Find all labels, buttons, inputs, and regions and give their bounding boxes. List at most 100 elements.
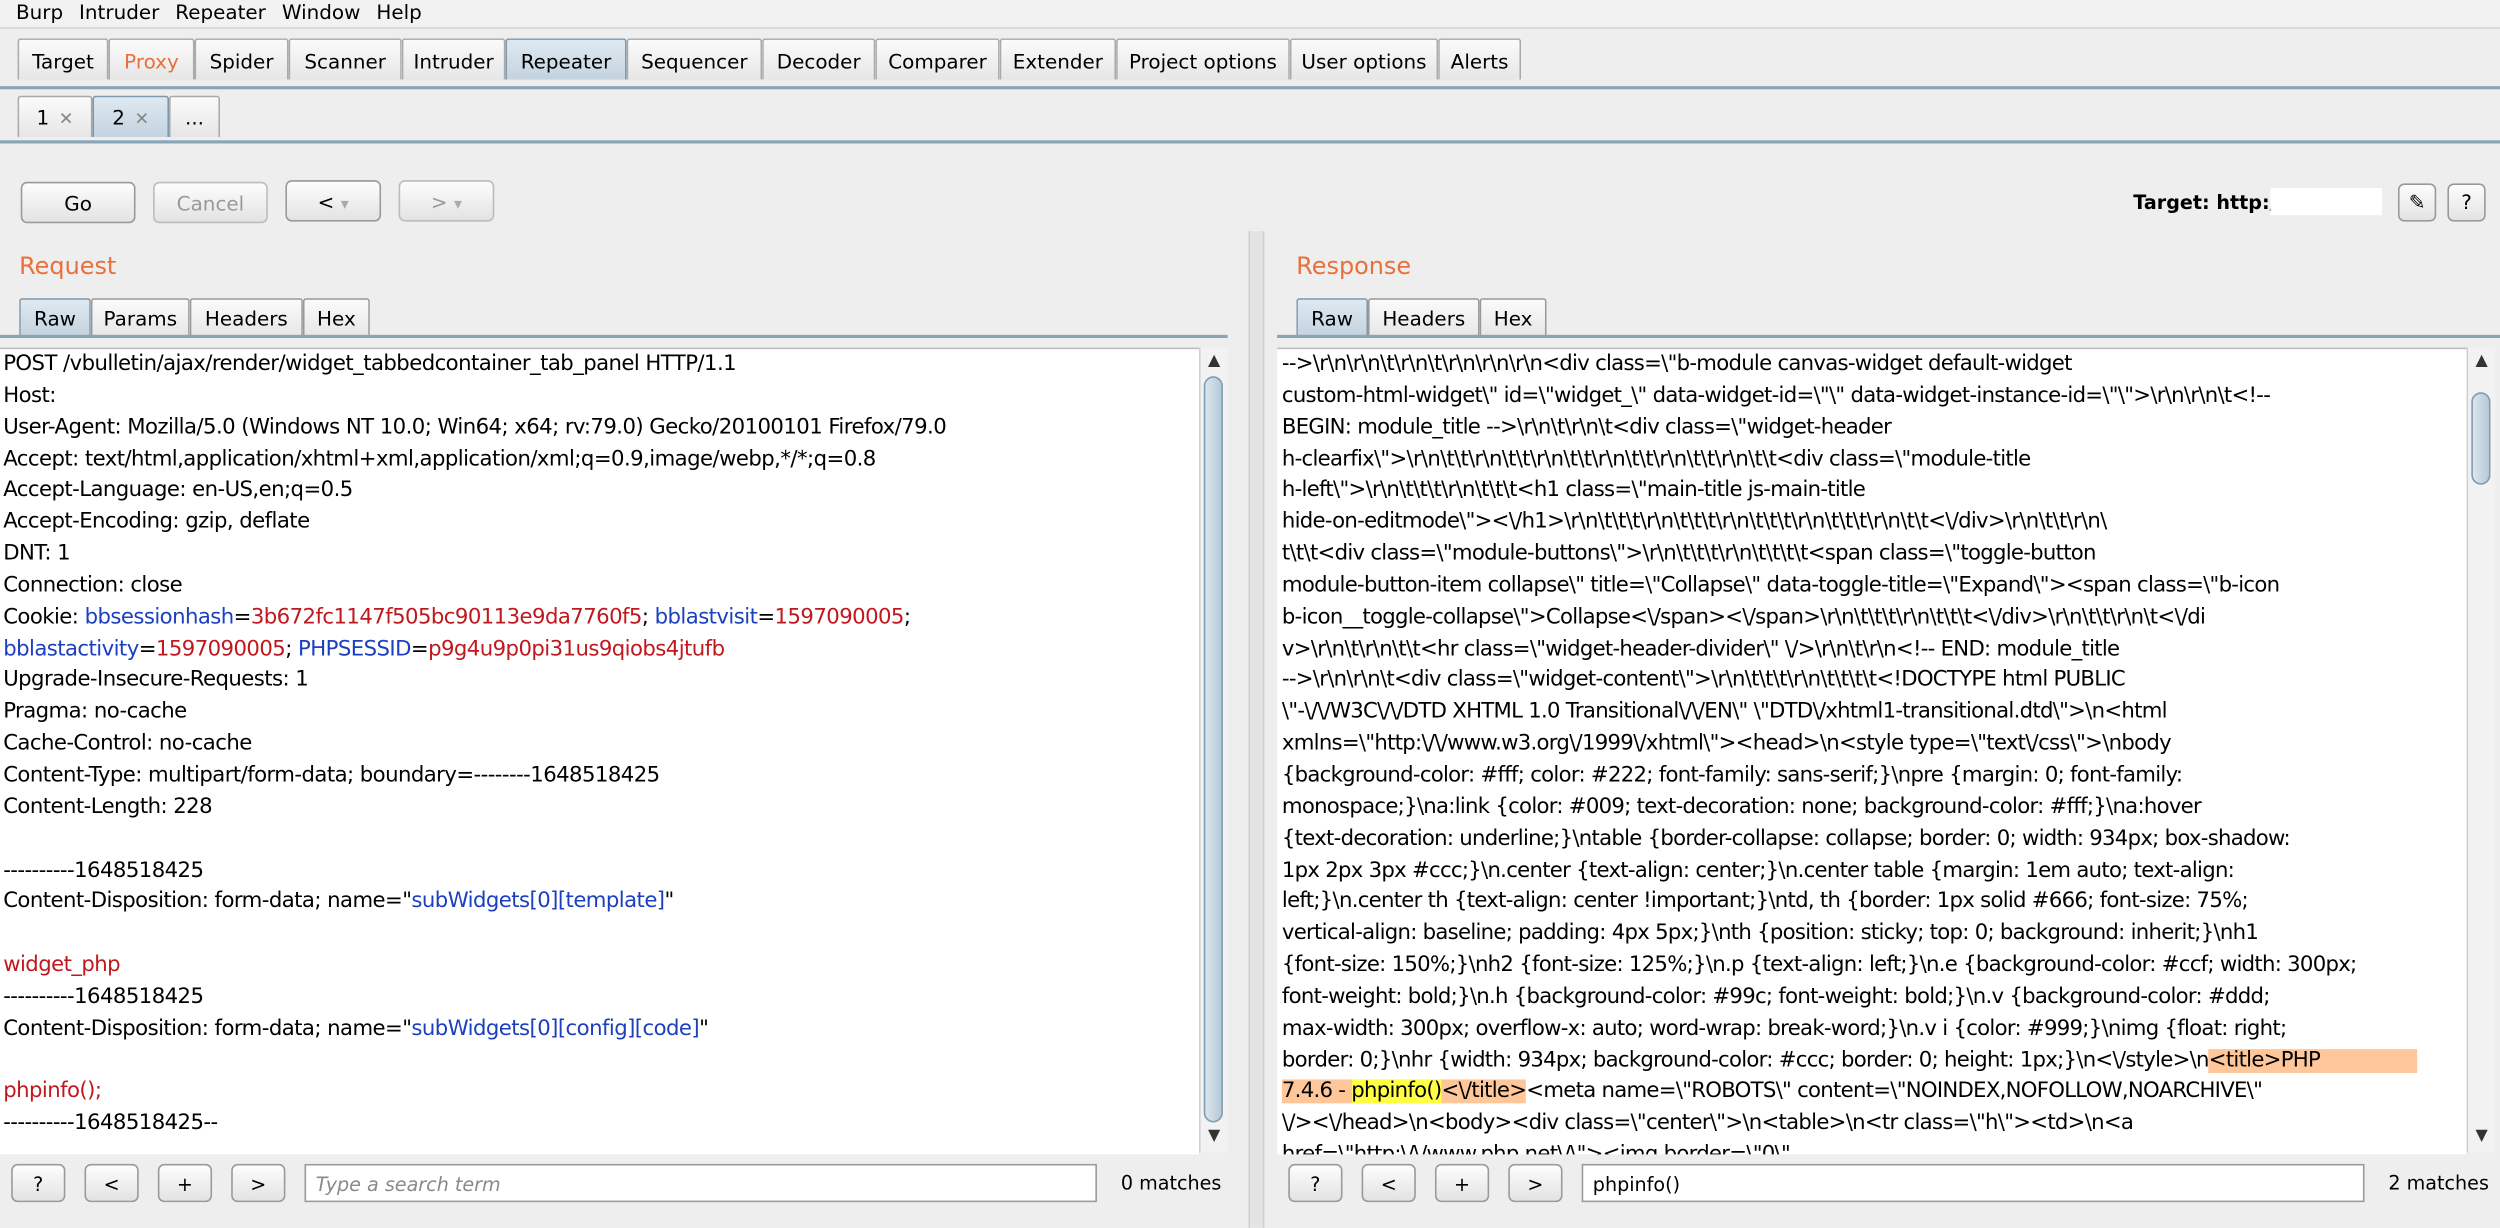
request-line-segment: = [757, 605, 775, 630]
tab-scanner[interactable]: Scanner [288, 38, 402, 80]
back-button[interactable]: < ▾ [285, 180, 382, 222]
request-line-segment: p9g4u9p0pi31us9qiobs4jtufb [428, 637, 725, 662]
request-tab-raw[interactable]: Raw [19, 298, 91, 337]
repeater-tab-2[interactable]: 2 ✕ [92, 95, 170, 138]
response-search-next-button[interactable]: > [1508, 1163, 1563, 1203]
tab-extender[interactable]: Extender [999, 38, 1117, 80]
request-tab-hex[interactable]: Hex [302, 298, 370, 337]
request-search-next-button[interactable]: > [231, 1163, 286, 1203]
scroll-thumb[interactable] [2471, 392, 2491, 485]
request-line: ----------1648518425 [3, 855, 1199, 887]
request-line: Connection: close [3, 571, 1199, 603]
request-line: Pragma: no-cache [3, 697, 1199, 729]
request-line-segment: Pragma: no-cache [3, 700, 187, 725]
tab-sequencer[interactable]: Sequencer [626, 38, 763, 80]
tab-spider[interactable]: Spider [194, 38, 289, 80]
response-line: 7.4.6 - phpinfo()<\/title><meta name=\"R… [1281, 1077, 2467, 1109]
response-search-prev-button[interactable]: < [1361, 1163, 1416, 1203]
tab-intruder[interactable]: Intruder [401, 38, 506, 80]
tab-alerts[interactable]: Alerts [1438, 38, 1522, 80]
target-host-field[interactable] [2270, 188, 2383, 216]
menu-bar: Burp Intruder Repeater Window Help [0, 0, 2500, 29]
go-button[interactable]: Go [20, 181, 136, 224]
response-line: 1px 2px 3px #ccc;}\n.center {text-align:… [1282, 855, 2467, 887]
tab-project-options[interactable]: Project options [1116, 38, 1290, 80]
scroll-thumb[interactable] [1203, 376, 1223, 1123]
response-search-options-button[interactable]: + [1434, 1163, 1490, 1203]
request-line-segment: bblastvisit [654, 605, 758, 630]
tab-user-options[interactable]: User options [1289, 38, 1439, 80]
menu-repeater[interactable]: Repeater [159, 0, 266, 26]
request-line-segment: DNT: 1 [3, 542, 71, 567]
response-tab-headers[interactable]: Headers [1367, 298, 1480, 337]
request-line: ----------1648518425 [3, 982, 1199, 1014]
response-line-segment: left;}\n.center th {text-align: center !… [1281, 890, 2249, 915]
request-line-segment: Accept-Language: en-US,en;q=0.5 [3, 478, 353, 503]
request-line-segment: Content-Disposition: form-data; name=" [3, 890, 412, 915]
request-line-segment: Upgrade-Insecure-Requests: 1 [3, 668, 309, 693]
response-line-segment: hide-on-editmode\"><\/h1>\r\n\t\t\t\r\n\… [1281, 510, 2107, 535]
request-search-options-button[interactable]: + [157, 1163, 213, 1203]
response-scrollbar[interactable]: ▲ ▼ [2466, 347, 2496, 1153]
menu-window[interactable]: Window [266, 0, 361, 26]
repeater-tab-label: 1 [36, 105, 50, 130]
response-line-segment: custom-html-widget\" id=\"widget_\" data… [1281, 384, 2271, 408]
scroll-up-icon[interactable]: ▲ [1201, 351, 1228, 373]
repeater-tab-1[interactable]: 1 ✕ [17, 95, 93, 138]
request-line-segment: ; [285, 637, 299, 662]
response-line-segment: \/><\/head>\n<body><div class=\"center\"… [1281, 1111, 2134, 1136]
tab-repeater[interactable]: Repeater [505, 38, 627, 80]
tab-comparer[interactable]: Comparer [875, 38, 1000, 80]
request-line-segment: Content-Length: 228 [3, 795, 213, 820]
close-icon[interactable]: ✕ [59, 108, 74, 129]
repeater-tab-bar: 1 ✕ 2 ✕ ... [0, 92, 2500, 144]
request-text[interactable]: POST /vbulletin/ajax/render/widget_tabbe… [0, 349, 1199, 1140]
request-tab-params[interactable]: Params [90, 298, 190, 337]
response-line: -->\r\n\r\n\t\r\n\t\r\n\r\n\r\n<div clas… [1282, 349, 2467, 381]
response-line-segment: -->\r\n\r\n\t\r\n\t\r\n\r\n\r\n<div clas… [1281, 352, 2072, 377]
cancel-button[interactable]: Cancel [153, 181, 268, 224]
scroll-up-icon[interactable]: ▲ [2468, 351, 2495, 373]
tab-proxy[interactable]: Proxy [108, 38, 195, 80]
close-icon[interactable]: ✕ [135, 108, 150, 129]
repeater-tab-new[interactable]: ... [169, 95, 221, 138]
tab-decoder[interactable]: Decoder [762, 38, 876, 80]
request-line: Content-Disposition: form-data; name="su… [3, 1014, 1199, 1046]
edit-target-button[interactable]: ✎ [2397, 183, 2437, 222]
scroll-down-icon[interactable]: ▼ [1201, 1126, 1228, 1148]
request-tab-headers[interactable]: Headers [189, 298, 303, 337]
menu-help[interactable]: Help [360, 0, 421, 26]
response-line-segment: {text-decoration: underline;}\ntable {bo… [1281, 826, 2291, 851]
response-search-help-button[interactable]: ? [1288, 1163, 1343, 1203]
help-button[interactable]: ? [2447, 183, 2486, 222]
request-scrollbar[interactable]: ▲ ▼ [1198, 347, 1228, 1153]
response-editor[interactable]: -->\r\n\r\n\t\r\n\t\r\n\r\n\r\n<div clas… [1277, 347, 2467, 1155]
response-tab-hex[interactable]: Hex [1479, 298, 1547, 337]
request-line-segment: Accept: text/html,application/xhtml+xml,… [3, 447, 876, 472]
response-line: border: 0;}\nhr {width: 934px; backgroun… [1282, 1045, 2467, 1077]
response-text[interactable]: -->\r\n\r\n\t\r\n\t\r\n\r\n\r\n<div clas… [1277, 349, 2466, 1154]
request-editor[interactable]: POST /vbulletin/ajax/render/widget_tabbe… [0, 347, 1199, 1155]
response-search-input[interactable]: phpinfo() [1581, 1163, 2365, 1203]
request-line-segment: Cookie: [3, 605, 85, 630]
response-line: \"-\/\/W3C\/\/DTD XHTML 1.0 Transitional… [1282, 697, 2467, 729]
request-line: Content-Disposition: form-data; name="su… [3, 887, 1199, 919]
scroll-down-icon[interactable]: ▼ [2468, 1126, 2495, 1148]
menu-burp[interactable]: Burp [0, 0, 63, 26]
request-line: POST /vbulletin/ajax/render/widget_tabbe… [3, 349, 1199, 381]
request-line-segment: ; [903, 605, 911, 630]
request-search-help-button[interactable]: ? [11, 1163, 66, 1203]
request-line-segment: 1597090005 [155, 637, 286, 662]
request-search-input[interactable]: Type a search term [304, 1163, 1097, 1203]
request-line: Host: [3, 381, 1199, 413]
forward-button[interactable]: > ▾ [398, 180, 495, 222]
request-search-prev-button[interactable]: < [84, 1163, 139, 1203]
response-line: xmlns=\"http:\/\/www.w3.org\/1999\/xhtml… [1282, 729, 2467, 761]
menu-intruder[interactable]: Intruder [63, 0, 159, 26]
response-line-segment: {background-color: #fff; color: #222; fo… [1281, 763, 2183, 788]
tab-target[interactable]: Target [17, 38, 109, 80]
split-divider[interactable] [1248, 231, 1265, 1228]
response-line-segment: \"-\/\/W3C\/\/DTD XHTML 1.0 Transitional… [1281, 700, 2168, 725]
request-line-segment: = [233, 605, 252, 630]
response-tab-raw[interactable]: Raw [1296, 298, 1368, 337]
